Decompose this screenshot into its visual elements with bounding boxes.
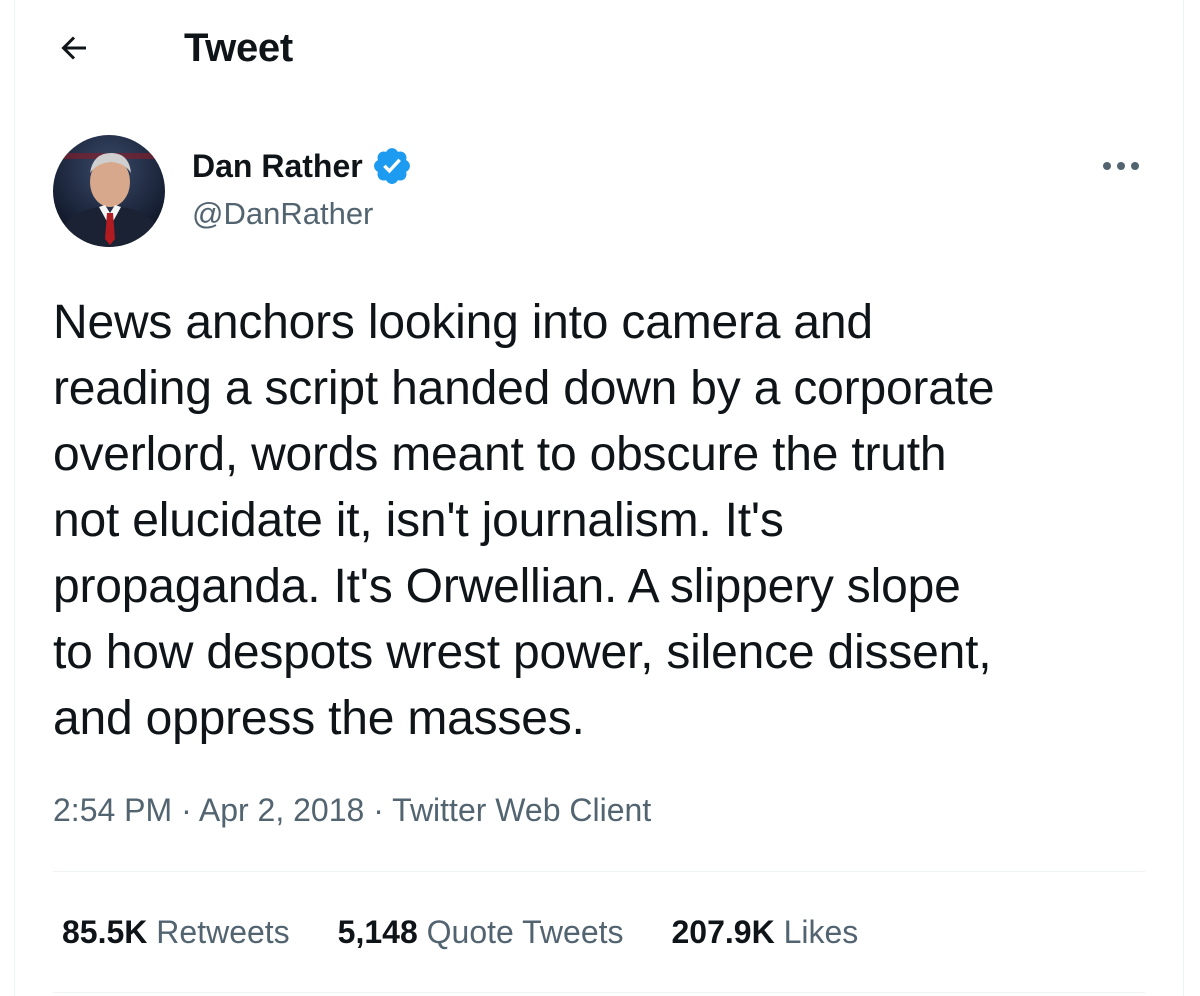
tweet-text-line: overlord, words meant to obscure the tru… bbox=[53, 428, 947, 481]
author-name-row: Dan Rather bbox=[192, 142, 413, 190]
quote-tweets-stat[interactable]: 5,148 Quote Tweets bbox=[338, 908, 624, 956]
tweet-text-line: and oppress the masses. bbox=[53, 692, 585, 745]
more-dots-icon bbox=[1103, 162, 1139, 170]
column-border-left bbox=[14, 0, 15, 996]
divider bbox=[53, 992, 1145, 993]
likes-stat[interactable]: 207.9K Likes bbox=[672, 908, 859, 956]
meta-separator: · bbox=[172, 792, 199, 828]
column-border-right bbox=[1183, 0, 1184, 996]
tweet-text-line: propaganda. It's Orwellian. A slippery s… bbox=[53, 560, 961, 613]
meta-separator: · bbox=[364, 792, 393, 828]
likes-label: Likes bbox=[783, 914, 859, 950]
retweets-stat[interactable]: 85.5K Retweets bbox=[62, 908, 290, 956]
author-display-name[interactable]: Dan Rather bbox=[192, 142, 363, 190]
tweet-text-line: reading a script handed down by a corpor… bbox=[53, 362, 995, 415]
arrow-left-icon bbox=[61, 36, 86, 60]
more-options-button[interactable] bbox=[1095, 146, 1147, 186]
tweet-page: Tweet Dan Rather @DanRather News anchors… bbox=[0, 0, 1200, 996]
tweet-text-line: to how despots wrest power, silence diss… bbox=[53, 626, 992, 679]
tweet-time[interactable]: 2:54 PM bbox=[53, 792, 172, 828]
tweet-date[interactable]: Apr 2, 2018 bbox=[199, 792, 364, 828]
retweets-label: Retweets bbox=[156, 914, 290, 950]
verified-badge-icon bbox=[373, 148, 410, 184]
quote-tweets-count: 5,148 bbox=[337, 914, 418, 950]
tweet-text-line: News anchors looking into camera and bbox=[53, 296, 873, 349]
tweet-meta: 2:54 PM · Apr 2, 2018 · Twitter Web Clie… bbox=[53, 786, 651, 834]
divider bbox=[53, 871, 1145, 872]
author-handle[interactable]: @DanRather bbox=[192, 192, 373, 236]
tweet-text-line: not elucidate it, isn't journalism. It's bbox=[53, 494, 784, 547]
retweets-count: 85.5K bbox=[62, 914, 148, 950]
tweet-text: News anchors looking into camera and rea… bbox=[53, 290, 1163, 752]
avatar-photo bbox=[53, 135, 165, 247]
avatar[interactable] bbox=[53, 135, 165, 247]
tweet-stats: 85.5K Retweets 5,148 Quote Tweets 207.9K… bbox=[62, 908, 858, 956]
likes-count: 207.9K bbox=[671, 914, 775, 950]
tweet-client[interactable]: Twitter Web Client bbox=[392, 792, 651, 828]
quote-tweets-label: Quote Tweets bbox=[426, 914, 624, 950]
page-title: Tweet bbox=[184, 26, 293, 70]
back-button[interactable] bbox=[50, 24, 98, 72]
page-header: Tweet bbox=[0, 0, 1200, 100]
